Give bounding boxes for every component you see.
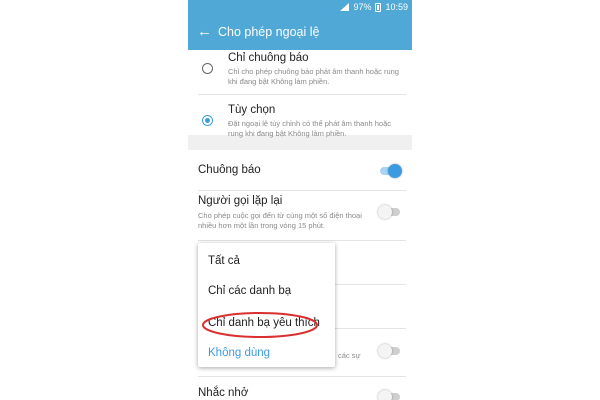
alarms-toggle[interactable]	[378, 164, 402, 178]
radio-custom[interactable]	[202, 115, 213, 126]
partial-row-subtitle: các sự	[338, 351, 361, 360]
mode-options-card: Chỉ chuông báo Chỉ cho phép chuông báo p…	[188, 50, 412, 138]
caller-filter-dropdown: Tất cả Chỉ các danh bạ Chỉ danh bạ yêu t…	[198, 243, 335, 367]
divider	[198, 376, 406, 377]
dropdown-item-starred-only[interactable]: Chỉ danh bạ yêu thích	[208, 317, 320, 329]
dropdown-item-all[interactable]: Tất cả	[208, 255, 240, 267]
reminders-toggle[interactable]	[378, 390, 402, 400]
battery-icon	[375, 2, 382, 12]
signal-icon	[340, 3, 350, 11]
option-title: Tùy chọn	[228, 104, 276, 116]
status-bar: 97% 10:59	[188, 0, 412, 16]
partial-row-toggle[interactable]	[378, 344, 402, 358]
repeat-callers-title: Người gọi lặp lại	[198, 195, 283, 207]
back-arrow-icon[interactable]: ←	[197, 23, 212, 41]
repeat-callers-subtitle: Cho phép cuộc gọi đến từ cùng một số điệ…	[198, 211, 362, 230]
divider	[198, 240, 406, 241]
radio-alarms-only[interactable]	[202, 63, 213, 74]
clock: 10:59	[385, 2, 408, 12]
page-title: Cho phép ngoại lệ	[218, 25, 320, 39]
reminders-title: Nhắc nhở	[198, 387, 249, 399]
option-title: Chỉ chuông báo	[228, 52, 309, 64]
repeat-callers-toggle[interactable]	[378, 205, 402, 219]
option-custom[interactable]: Tùy chọn Đặt ngoại lệ tùy chỉnh có thể p…	[188, 95, 412, 138]
dropdown-item-none[interactable]: Không dùng	[208, 347, 270, 359]
dropdown-item-contacts-only[interactable]: Chỉ các danh bạ	[208, 285, 291, 297]
app-bar: ← Cho phép ngoại lệ	[188, 16, 412, 50]
divider	[198, 190, 406, 191]
alarms-title: Chuông báo	[198, 164, 261, 176]
option-subtitle: Đặt ngoại lệ tùy chỉnh có thể phát âm th…	[228, 119, 392, 138]
option-alarms-only[interactable]: Chỉ chuông báo Chỉ cho phép chuông báo p…	[188, 50, 412, 92]
battery-percent: 97%	[353, 2, 372, 12]
option-subtitle: Chỉ cho phép chuông báo phát âm thanh ho…	[228, 67, 399, 86]
